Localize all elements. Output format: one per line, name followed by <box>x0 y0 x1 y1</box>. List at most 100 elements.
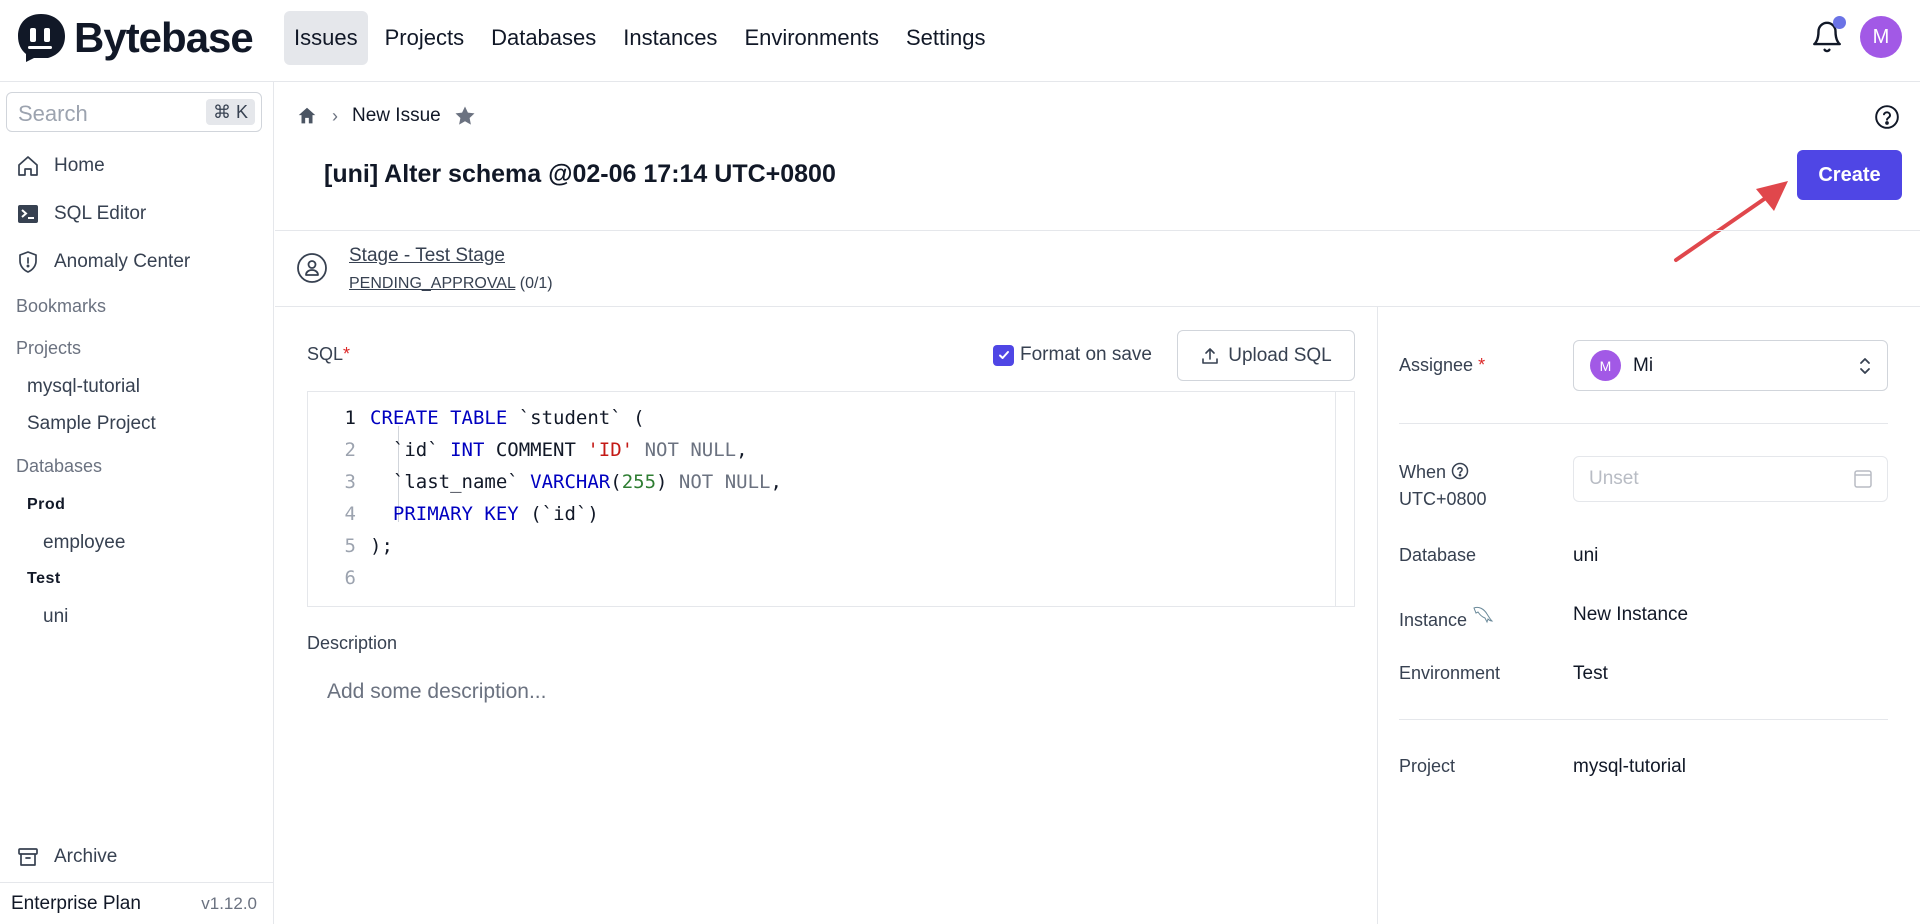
sidebar: Search ⌘ K Home SQL Editor Anomaly Cente… <box>0 82 274 924</box>
chevron-right-icon: › <box>332 105 338 126</box>
breadcrumb: › New Issue <box>296 104 477 128</box>
nav-issues[interactable]: Issues <box>284 11 368 65</box>
divider <box>275 306 1920 307</box>
calendar-icon <box>1854 470 1872 488</box>
logo[interactable]: Bytebase <box>15 12 254 64</box>
code-line-text: ); <box>370 535 393 557</box>
instance-value[interactable]: New Instance <box>1573 604 1688 626</box>
help-icon[interactable] <box>1874 104 1900 130</box>
project-label: Project <box>1399 756 1456 776</box>
line-number: 1 <box>344 407 356 429</box>
when-date-picker[interactable]: Unset <box>1573 456 1888 502</box>
sidebar-environment: Prod <box>27 496 66 513</box>
required-marker: * <box>1478 355 1486 375</box>
when-placeholder: Unset <box>1589 468 1639 489</box>
sidebar-item-label: SQL Editor <box>54 203 147 224</box>
projects-heading[interactable]: Projects <box>16 338 81 359</box>
code-line-text: `id` INT COMMENT 'ID' NOT NULL, <box>370 439 748 461</box>
description-label: Description <box>307 633 398 653</box>
environment-label: Environment <box>1399 663 1501 683</box>
nav-settings[interactable]: Settings <box>896 11 996 65</box>
instance-label-text: Instance <box>1399 610 1468 630</box>
sidebar-item-sql-editor[interactable]: SQL Editor <box>16 202 146 226</box>
line-number: 3 <box>344 471 356 493</box>
sidebar-environment: Test <box>27 570 61 587</box>
star-icon[interactable] <box>453 104 477 128</box>
help-icon[interactable] <box>1451 462 1469 480</box>
sidebar-project-item[interactable]: mysql-tutorial <box>27 376 140 398</box>
assignee-select[interactable]: M Mi <box>1573 340 1888 391</box>
nav-environments[interactable]: Environments <box>734 11 889 65</box>
code-line: 1 CREATE TABLE `student` ( <box>308 402 782 434</box>
code-line: 6 <box>308 562 782 594</box>
home-icon[interactable] <box>296 105 318 127</box>
right-panel-divider <box>1377 307 1378 924</box>
nav-instances[interactable]: Instances <box>613 11 727 65</box>
instance-label: Instance <box>1399 604 1494 631</box>
format-on-save-checkbox[interactable]: Format on save <box>993 344 1152 366</box>
sidebar-item-anomaly-center[interactable]: Anomaly Center <box>16 250 190 274</box>
databases-heading[interactable]: Databases <box>16 456 102 477</box>
sidebar-item-label: Home <box>54 155 105 176</box>
breadcrumb-current: New Issue <box>352 105 441 126</box>
upload-icon <box>1202 347 1219 364</box>
code-line-text: CREATE TABLE `student` ( <box>370 407 645 429</box>
project-value[interactable]: mysql-tutorial <box>1573 756 1686 778</box>
when-label-text: When <box>1399 462 1447 482</box>
divider <box>275 230 1920 231</box>
bookmarks-heading[interactable]: Bookmarks <box>16 296 106 317</box>
sidebar-database-item[interactable]: uni <box>43 606 68 628</box>
stage-status-badge[interactable]: PENDING_APPROVAL <box>349 275 515 292</box>
code-line: 3 `last_name` VARCHAR(255) NOT NULL, <box>308 466 782 498</box>
sidebar-item-archive[interactable]: Archive <box>16 845 117 869</box>
assignee-avatar: M <box>1590 350 1621 381</box>
database-label: Database <box>1399 545 1477 565</box>
sql-editor[interactable]: 1 CREATE TABLE `student` ( 2 `id` INT COM… <box>307 391 1355 607</box>
plan-label[interactable]: Enterprise Plan <box>11 893 141 915</box>
search-input[interactable]: Search ⌘ K <box>6 92 262 132</box>
when-timezone: UTC+0800 <box>1399 489 1487 509</box>
environment-value[interactable]: Test <box>1573 663 1608 685</box>
sql-label: SQL* <box>307 344 350 365</box>
assignee-label: Assignee * <box>1399 355 1485 376</box>
stage-status: PENDING_APPROVAL (0/1) <box>349 275 553 293</box>
upload-sql-button[interactable]: Upload SQL <box>1177 330 1355 381</box>
sql-code[interactable]: 1 CREATE TABLE `student` ( 2 `id` INT COM… <box>308 402 782 594</box>
code-line: 5); <box>308 530 782 562</box>
terminal-icon <box>18 205 38 223</box>
sidebar-item-label: Archive <box>54 846 118 867</box>
assignee-label-text: Assignee <box>1399 355 1474 375</box>
version-label: v1.12.0 <box>201 894 257 913</box>
nav-projects[interactable]: Projects <box>375 11 474 65</box>
sidebar-project-item[interactable]: Sample Project <box>27 413 156 435</box>
home-icon <box>18 156 38 176</box>
main-nav: Issues Projects Databases Instances Envi… <box>284 11 1002 65</box>
description-input[interactable]: Add some description... <box>307 680 1355 704</box>
required-marker: * <box>343 344 351 364</box>
stage-link[interactable]: Stage - Test Stage <box>349 245 505 267</box>
notification-dot <box>1833 16 1846 29</box>
code-line: 2 `id` INT COMMENT 'ID' NOT NULL, <box>308 434 782 466</box>
issue-title[interactable]: [uni] Alter schema @02-06 17:14 UTC+0800 <box>324 160 836 189</box>
top-navbar: Bytebase Issues Projects Databases Insta… <box>0 0 1920 82</box>
editor-scrollbar[interactable] <box>1335 392 1354 606</box>
nav-databases[interactable]: Databases <box>481 11 606 65</box>
divider <box>1399 719 1888 720</box>
line-number: 4 <box>344 503 356 525</box>
sidebar-footer: Enterprise Plan v1.12.0 <box>0 882 273 924</box>
sidebar-item-home[interactable]: Home <box>16 154 105 178</box>
sql-label-text: SQL <box>307 344 344 364</box>
sidebar-database-item[interactable]: employee <box>43 532 125 554</box>
when-label: When UTC+0800 <box>1399 459 1487 513</box>
create-button[interactable]: Create <box>1797 150 1902 200</box>
code-line-text: `last_name` VARCHAR(255) NOT NULL, <box>370 471 782 493</box>
divider <box>1399 423 1888 424</box>
database-value[interactable]: uni <box>1573 545 1598 567</box>
user-avatar[interactable]: M <box>1860 16 1902 58</box>
archive-icon <box>18 848 38 866</box>
checkbox-checked-icon[interactable] <box>993 344 1014 366</box>
app-name: Bytebase <box>74 14 254 61</box>
chevron-up-down-icon <box>1860 358 1870 374</box>
line-number: 2 <box>344 439 356 461</box>
code-line: 4 PRIMARY KEY (`id`) <box>308 498 782 530</box>
